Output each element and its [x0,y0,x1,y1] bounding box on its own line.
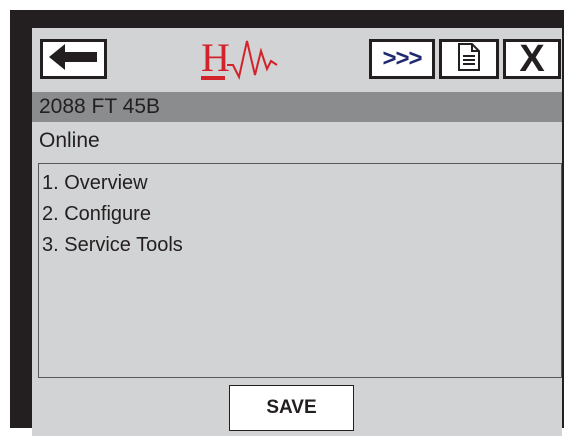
menu-item-overview[interactable]: 1. Overview [42,172,148,195]
device-title-bar: 2088 FT 45B [32,92,562,122]
menu-item-configure[interactable]: 2. Configure [42,203,151,226]
menu-item-service-tools[interactable]: 3. Service Tools [42,234,183,257]
device-frame: H >>> X 2088 FT 45B Online 1. Overview 2… [10,10,564,436]
hart-logo: H [199,35,294,83]
next-button[interactable]: >>> [369,39,435,79]
document-icon [458,42,480,76]
save-button[interactable]: SAVE [229,385,354,431]
next-icon: >>> [382,45,422,72]
arrow-left-icon [48,43,99,75]
back-button[interactable] [40,39,107,79]
device-screen: H >>> X 2088 FT 45B Online 1. Overview 2… [32,28,562,436]
logo-letter: H [201,35,230,80]
close-button[interactable]: X [503,39,561,79]
menu-list: 1. Overview 2. Configure 3. Service Tool… [38,163,562,378]
device-tag: 2088 FT 45B [39,95,161,118]
device-status: Online [39,129,100,152]
document-button[interactable] [439,39,499,79]
close-icon: X [519,38,545,80]
